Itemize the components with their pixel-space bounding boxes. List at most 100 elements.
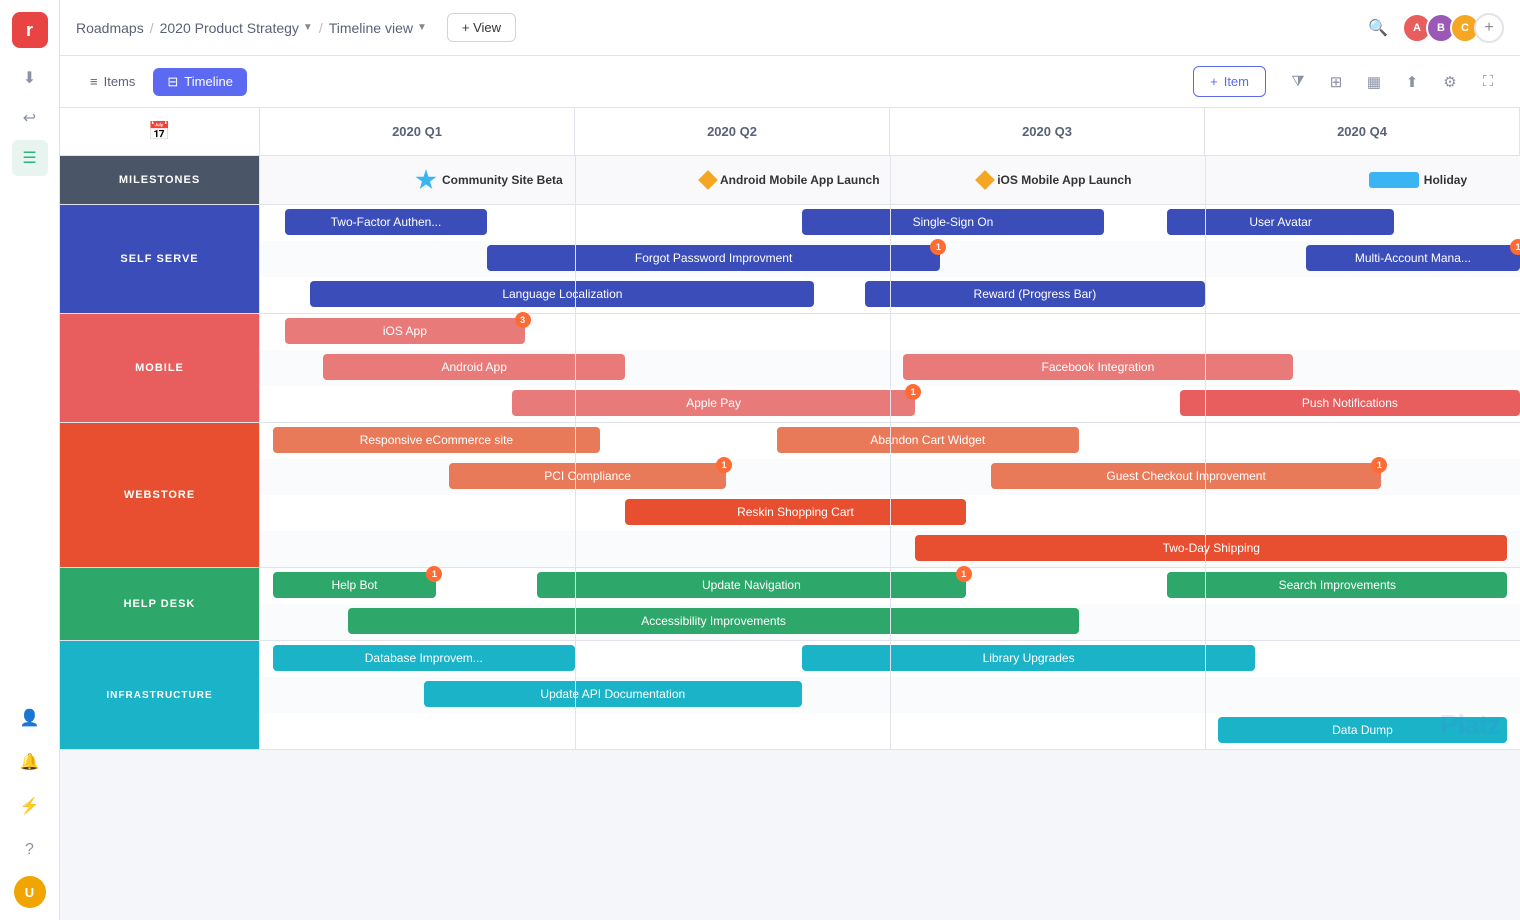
group-content-selfserve: Two-Factor Authen... Single-Sign On User… xyxy=(260,205,1520,313)
group-label-selfserve: SELF SERVE xyxy=(60,205,260,313)
bar-two-factor[interactable]: Two-Factor Authen... xyxy=(285,209,487,235)
bar-update-navigation[interactable]: Update Navigation xyxy=(537,572,965,598)
group-mobile: MOBILE iOS App 3 xyxy=(60,314,1520,423)
bar-update-api[interactable]: Update API Documentation xyxy=(424,681,802,707)
badge-forgot-password: 1 xyxy=(930,239,946,255)
timeline-inner: 📅 2020 Q1 2020 Q2 2020 Q3 2020 Q4 MILEST… xyxy=(60,108,1520,750)
timeline-quarters: 2020 Q1 2020 Q2 2020 Q3 2020 Q4 xyxy=(260,108,1520,155)
group-label-helpdesk: HELP DESK xyxy=(60,568,260,640)
badge-pci: 1 xyxy=(716,457,732,473)
sidebar-item-history[interactable]: ↩ xyxy=(12,100,48,136)
bar-two-day-shipping[interactable]: Two-Day Shipping xyxy=(915,535,1507,561)
bar-language-localization[interactable]: Language Localization xyxy=(310,281,814,307)
sidebar-item-notifications[interactable]: 🔔 xyxy=(12,744,48,780)
bar-help-bot[interactable]: Help Bot xyxy=(273,572,437,598)
badge-guest-checkout: 1 xyxy=(1371,457,1387,473)
badge-multi-account: 1 xyxy=(1510,239,1520,255)
sidebar-item-roadmap[interactable]: ☰ xyxy=(12,140,48,176)
group-content-milestones: Community Site Beta Android Mobile App L… xyxy=(260,156,1520,204)
add-item-button[interactable]: + Item xyxy=(1193,66,1266,97)
timeline-tab-icon: ⊟ xyxy=(167,74,178,90)
add-item-label: Item xyxy=(1224,74,1249,89)
badge-help-bot: 1 xyxy=(426,566,442,582)
milestone-holiday: Holiday xyxy=(1369,172,1467,188)
timeline-header: 📅 2020 Q1 2020 Q2 2020 Q3 2020 Q4 xyxy=(60,108,1520,156)
toolbar-actions: ⧩ ⊞ ▦ ⬆ ⚙ ⛶ xyxy=(1282,66,1504,98)
group-button[interactable]: ⊞ xyxy=(1320,66,1352,98)
platz-watermark: Platz xyxy=(1440,709,1500,741)
quarter-q1: 2020 Q1 xyxy=(260,108,575,155)
milestone-community-site-beta: Community Site Beta xyxy=(415,169,563,191)
bar-library-upgrades[interactable]: Library Upgrades xyxy=(802,645,1256,671)
columns-button[interactable]: ▦ xyxy=(1358,66,1390,98)
timeline-tab-label: Timeline xyxy=(184,74,233,89)
bar-android-app[interactable]: Android App xyxy=(323,354,625,380)
tab-items[interactable]: ≡ Items xyxy=(76,68,149,95)
quarter-q3: 2020 Q3 xyxy=(890,108,1205,155)
timeline-container[interactable]: 📅 2020 Q1 2020 Q2 2020 Q3 2020 Q4 MILEST… xyxy=(60,108,1520,920)
group-content-helpdesk: Help Bot 1 Update Navigation 1 Search Im… xyxy=(260,568,1520,640)
milestone-android-launch: Android Mobile App Launch xyxy=(701,173,880,187)
bar-ios-app[interactable]: iOS App xyxy=(285,318,524,344)
group-webstore: WEBSTORE Responsive eCommerce site xyxy=(60,423,1520,568)
filter-button[interactable]: ⧩ xyxy=(1282,66,1314,98)
bar-facebook-integration[interactable]: Facebook Integration xyxy=(903,354,1294,380)
sidebar-item-people[interactable]: 👤 xyxy=(12,700,48,736)
export-button[interactable]: ⬆ xyxy=(1396,66,1428,98)
breadcrumb: Roadmaps / 2020 Product Strategy ▼ / Tim… xyxy=(76,20,427,36)
quarter-q4: 2020 Q4 xyxy=(1205,108,1520,155)
main-content: Roadmaps / 2020 Product Strategy ▼ / Tim… xyxy=(60,0,1520,920)
user-avatars: A B C + xyxy=(1402,13,1504,43)
sidebar-item-bolt[interactable]: ⚡ xyxy=(12,788,48,824)
tab-timeline[interactable]: ⊟ Timeline xyxy=(153,68,247,96)
group-content-webstore: Responsive eCommerce site Abandon Cart W… xyxy=(260,423,1520,567)
project-dropdown-arrow: ▼ xyxy=(303,22,313,33)
group-selfserve: SELF SERVE Two-Factor Authen... Sin xyxy=(60,205,1520,314)
items-tab-icon: ≡ xyxy=(90,74,98,89)
group-label-webstore: WEBSTORE xyxy=(60,423,260,567)
breadcrumb-root[interactable]: Roadmaps xyxy=(76,20,144,36)
badge-ios-app: 3 xyxy=(515,312,531,328)
group-label-infrastructure: INFRASTRUCTURE xyxy=(60,641,260,749)
group-milestones: MILESTONES Community Site Beta xyxy=(60,156,1520,205)
group-label-mobile: MOBILE xyxy=(60,314,260,422)
bar-database[interactable]: Database Improvem... xyxy=(273,645,575,671)
bar-reskin-cart[interactable]: Reskin Shopping Cart xyxy=(625,499,965,525)
bar-responsive-ecommerce[interactable]: Responsive eCommerce site xyxy=(273,427,601,453)
bar-single-signon[interactable]: Single-Sign On xyxy=(802,209,1104,235)
app-logo[interactable]: r xyxy=(12,12,48,48)
timeline-body: MILESTONES Community Site Beta xyxy=(60,156,1520,750)
user-avatar[interactable]: U xyxy=(14,876,46,908)
search-icon[interactable]: 🔍 xyxy=(1364,14,1392,42)
header: Roadmaps / 2020 Product Strategy ▼ / Tim… xyxy=(60,0,1520,56)
add-item-icon: + xyxy=(1210,74,1218,89)
bar-search-improvements[interactable]: Search Improvements xyxy=(1167,572,1507,598)
breadcrumb-view[interactable]: Timeline view ▼ xyxy=(329,20,427,36)
sidebar-item-help[interactable]: ? xyxy=(12,832,48,868)
sidebar: r ⬇ ↩ ☰ 👤 🔔 ⚡ ? U xyxy=(0,0,60,920)
fullscreen-button[interactable]: ⛶ xyxy=(1472,66,1504,98)
items-tab-label: Items xyxy=(104,74,136,89)
add-view-button[interactable]: + View xyxy=(447,13,516,42)
settings-button[interactable]: ⚙ xyxy=(1434,66,1466,98)
bar-guest-checkout[interactable]: Guest Checkout Improvement xyxy=(991,463,1382,489)
timeline-label-col: 📅 xyxy=(60,108,260,155)
breadcrumb-project[interactable]: 2020 Product Strategy ▼ xyxy=(160,20,313,36)
bar-forgot-password[interactable]: Forgot Password Improvment xyxy=(487,245,941,271)
sidebar-item-download[interactable]: ⬇ xyxy=(12,60,48,96)
group-helpdesk: HELP DESK Help Bot 1 xyxy=(60,568,1520,641)
group-content-mobile: iOS App 3 Android App Facebook Integrati… xyxy=(260,314,1520,422)
bar-abandon-cart[interactable]: Abandon Cart Widget xyxy=(777,427,1079,453)
add-avatar-button[interactable]: + xyxy=(1474,13,1504,43)
bar-push-notifications[interactable]: Push Notifications xyxy=(1180,390,1520,416)
bar-pci-compliance[interactable]: PCI Compliance xyxy=(449,463,726,489)
group-label-milestones: MILESTONES xyxy=(60,156,260,204)
bar-reward-progress[interactable]: Reward (Progress Bar) xyxy=(865,281,1205,307)
bar-multi-account[interactable]: Multi-Account Mana... xyxy=(1306,245,1520,271)
group-content-infrastructure: Database Improvem... Library Upgrades Up… xyxy=(260,641,1520,749)
badge-apple-pay: 1 xyxy=(905,384,921,400)
bar-apple-pay[interactable]: Apple Pay xyxy=(512,390,915,416)
bar-accessibility[interactable]: Accessibility Improvements xyxy=(348,608,1079,634)
toolbar: ≡ Items ⊟ Timeline + Item ⧩ ⊞ ▦ ⬆ ⚙ ⛶ xyxy=(60,56,1520,108)
bar-user-avatar[interactable]: User Avatar xyxy=(1167,209,1394,235)
